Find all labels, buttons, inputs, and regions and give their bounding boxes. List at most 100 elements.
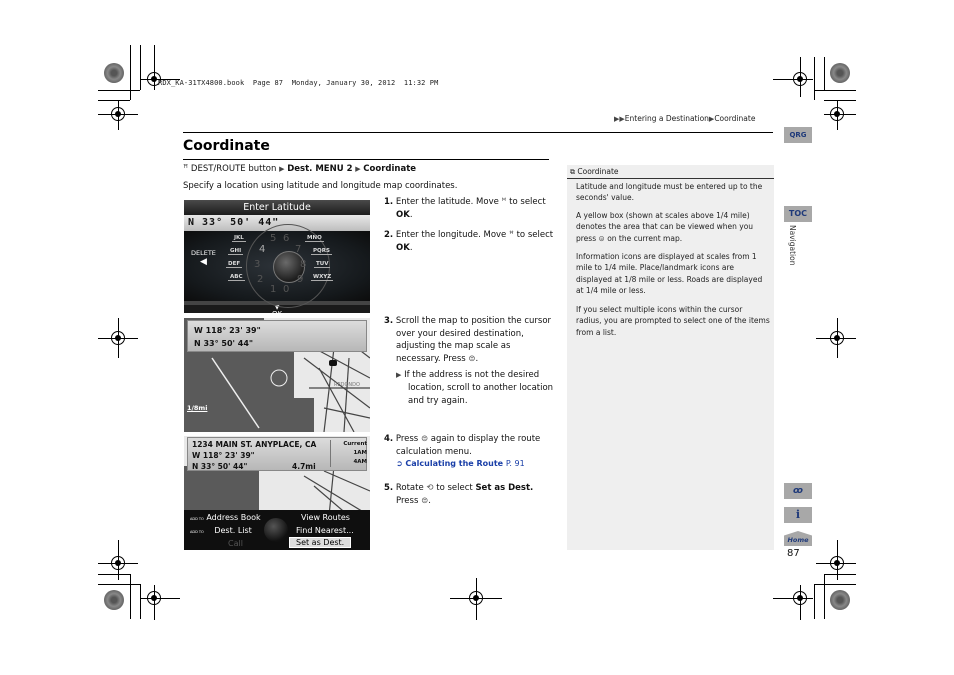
step-3: 3. Scroll the map to position the cursor… xyxy=(384,316,554,406)
step-4: 4. Press ⊜ again to display the route ca… xyxy=(384,434,541,469)
breadcrumb: ▶▶Entering a Destination▶Coordinate xyxy=(614,114,755,123)
latitude-screen: Enter Latitude N 33° 50' 44" DELETE ◀ JK… xyxy=(184,200,370,313)
calculating-route-link[interactable]: Calculating the Route xyxy=(405,459,503,468)
cross-reference-icon: ➲ xyxy=(396,459,403,469)
key-def[interactable]: DEF xyxy=(226,261,243,268)
key-jkl[interactable]: JKL xyxy=(232,235,246,242)
menu-find-nearest[interactable]: Find Nearest... xyxy=(296,526,354,535)
ok-label: OK xyxy=(184,310,370,313)
digit-4[interactable]: 4 xyxy=(259,244,265,255)
left-arrow-icon: ◀ xyxy=(200,257,207,267)
digit-9[interactable]: 9 xyxy=(297,274,303,285)
route-menu-screen: 1234 MAIN ST. ANYPLACE, CA W 118° 23' 39… xyxy=(184,436,370,550)
info-icon[interactable] xyxy=(329,360,337,366)
address-callout: 1234 MAIN ST. ANYPLACE, CA W 118° 23' 39… xyxy=(187,437,367,471)
section-label: Navigation xyxy=(788,225,797,266)
route-menu: ADD TO Address Book ADD TO Dest. List Ca… xyxy=(184,510,370,550)
menu-set-as-dest[interactable]: Set as Dest. xyxy=(289,537,352,548)
step-1: 1. Enter the latitude. Move ꟸ to select … xyxy=(384,197,546,220)
triangle-icon: ▶▶ xyxy=(614,115,625,123)
delete-button[interactable]: DELETE ◀ xyxy=(191,249,216,267)
key-mno[interactable]: MNO xyxy=(305,235,324,242)
voice-command-icon: ꝏ xyxy=(793,486,803,496)
step-2: 2. Enter the longitude. Move ꟸ to select… xyxy=(384,230,554,253)
map-view[interactable]: W 118° 23' 39" N 33° 50' 44" REDONDO 1/8… xyxy=(184,318,370,432)
path-step: Dest. MENU 2 xyxy=(287,164,353,174)
page-reference[interactable]: P. 91 xyxy=(506,459,525,468)
interface-dial-icon: ꟸ xyxy=(508,230,514,240)
breadcrumb-item[interactable]: Entering a Destination xyxy=(625,114,709,123)
home-icon: Home xyxy=(787,536,809,544)
triangle-icon: ▶ xyxy=(396,371,402,380)
place-label: REDONDO xyxy=(334,382,360,388)
digit-1[interactable]: 1 xyxy=(270,284,276,295)
traffic-current: Current xyxy=(343,441,367,447)
note-paragraph: Latitude and longitude must be entered u… xyxy=(576,182,763,203)
step-5: 5. Rotate ⟲ to select Set as Dest. Press … xyxy=(384,483,534,506)
page-title: Coordinate xyxy=(183,138,270,154)
map-view: 1234 MAIN ST. ANYPLACE, CA W 118° 23' 39… xyxy=(184,436,370,550)
path-button: DEST/ROUTE button xyxy=(190,164,277,174)
digit-2[interactable]: 2 xyxy=(257,274,263,285)
home-tab[interactable]: Home xyxy=(784,531,812,546)
qrg-tab[interactable]: QRG xyxy=(784,127,812,143)
note-heading: ⧉ Coordinate xyxy=(570,167,619,176)
latitude-value: N 33° 50' 44" xyxy=(194,339,254,348)
keypad: DELETE ◀ JKL MNO GHI PQRS DEF TUV ABC WX… xyxy=(184,224,370,308)
menu-dest-list[interactable]: ADD TO Dest. List xyxy=(190,526,252,535)
enter-button-icon: ⊜ xyxy=(420,434,429,444)
triangle-icon: ▶ xyxy=(279,165,285,173)
index-tab[interactable]: i xyxy=(784,507,812,523)
toc-tab[interactable]: TOC xyxy=(784,206,812,222)
enter-button-icon: ⊜ xyxy=(468,353,476,364)
menu-call[interactable]: Call xyxy=(228,539,243,548)
digit-3[interactable]: 3 xyxy=(254,259,260,270)
menu-path: ꟸ DEST/ROUTE button ▶ Dest. MENU 2 ▶ Coo… xyxy=(183,164,416,174)
rotate-dial-icon: ⟲ xyxy=(426,483,434,493)
digit-6[interactable]: 6 xyxy=(283,233,289,244)
key-wxyz[interactable]: WXYZ xyxy=(311,274,334,281)
digit-5[interactable]: 5 xyxy=(270,233,276,244)
triangle-icon: ▶ xyxy=(355,165,361,173)
registration-disc xyxy=(104,63,124,83)
note-paragraph: A yellow box (shown at scales above 1/4 … xyxy=(576,211,754,243)
menu-address-book[interactable]: ADD TO Address Book xyxy=(190,513,261,522)
voice-command-tab[interactable]: ꝏ xyxy=(784,483,812,499)
book-info: RDX_KA-31TX4800.book Page 87 Monday, Jan… xyxy=(158,79,439,87)
menu-view-routes[interactable]: View Routes xyxy=(301,513,350,522)
info-i-icon: i xyxy=(795,508,801,521)
enter-button-icon: ⊜ xyxy=(598,233,605,243)
digit-0[interactable]: 0 xyxy=(283,284,289,295)
interface-dial-icon: ꟸ xyxy=(183,164,189,174)
title-rule xyxy=(183,159,549,160)
add-to-icon: ADD TO xyxy=(190,530,204,534)
digit-7[interactable]: 7 xyxy=(295,244,301,255)
interface-dial-icon: ꟸ xyxy=(501,197,507,207)
coordinate-callout: W 118° 23' 39" N 33° 50' 44" xyxy=(187,320,367,352)
note-rule xyxy=(567,178,774,179)
key-pqrs[interactable]: PQRS xyxy=(311,248,332,255)
path-step: Coordinate xyxy=(363,164,417,174)
key-tuv[interactable]: TUV xyxy=(314,261,331,268)
key-abc[interactable]: ABC xyxy=(228,274,245,281)
traffic-panel: Current 1AM 4AM xyxy=(330,440,367,467)
screen-title: Enter Latitude xyxy=(184,200,370,215)
map-screen: W 118° 23' 39" N 33° 50' 44" REDONDO 1/8… xyxy=(184,318,370,432)
note-icon: ⧉ xyxy=(570,168,575,176)
page-number: 87 xyxy=(787,548,800,559)
intro-text: Specify a location using latitude and lo… xyxy=(183,181,458,191)
header-rule xyxy=(183,132,773,133)
note-paragraph: If you select multiple icons within the … xyxy=(576,305,770,337)
distance-value: 4.7mi xyxy=(292,462,316,471)
breadcrumb-item[interactable]: Coordinate xyxy=(714,114,755,123)
registration-disc xyxy=(830,63,850,83)
registration-disc xyxy=(830,590,850,610)
sidebar-note: ⧉ Coordinate Latitude and longitude must… xyxy=(567,165,774,550)
key-ghi[interactable]: GHI xyxy=(228,248,244,255)
longitude-value: W 118° 23' 39" xyxy=(194,326,261,335)
map-scale[interactable]: 1/8mi xyxy=(187,404,207,412)
traffic-4am: 4AM xyxy=(353,459,367,465)
registration-disc xyxy=(104,590,124,610)
traffic-1am: 1AM xyxy=(353,450,367,456)
digit-8[interactable]: 8 xyxy=(300,259,306,270)
